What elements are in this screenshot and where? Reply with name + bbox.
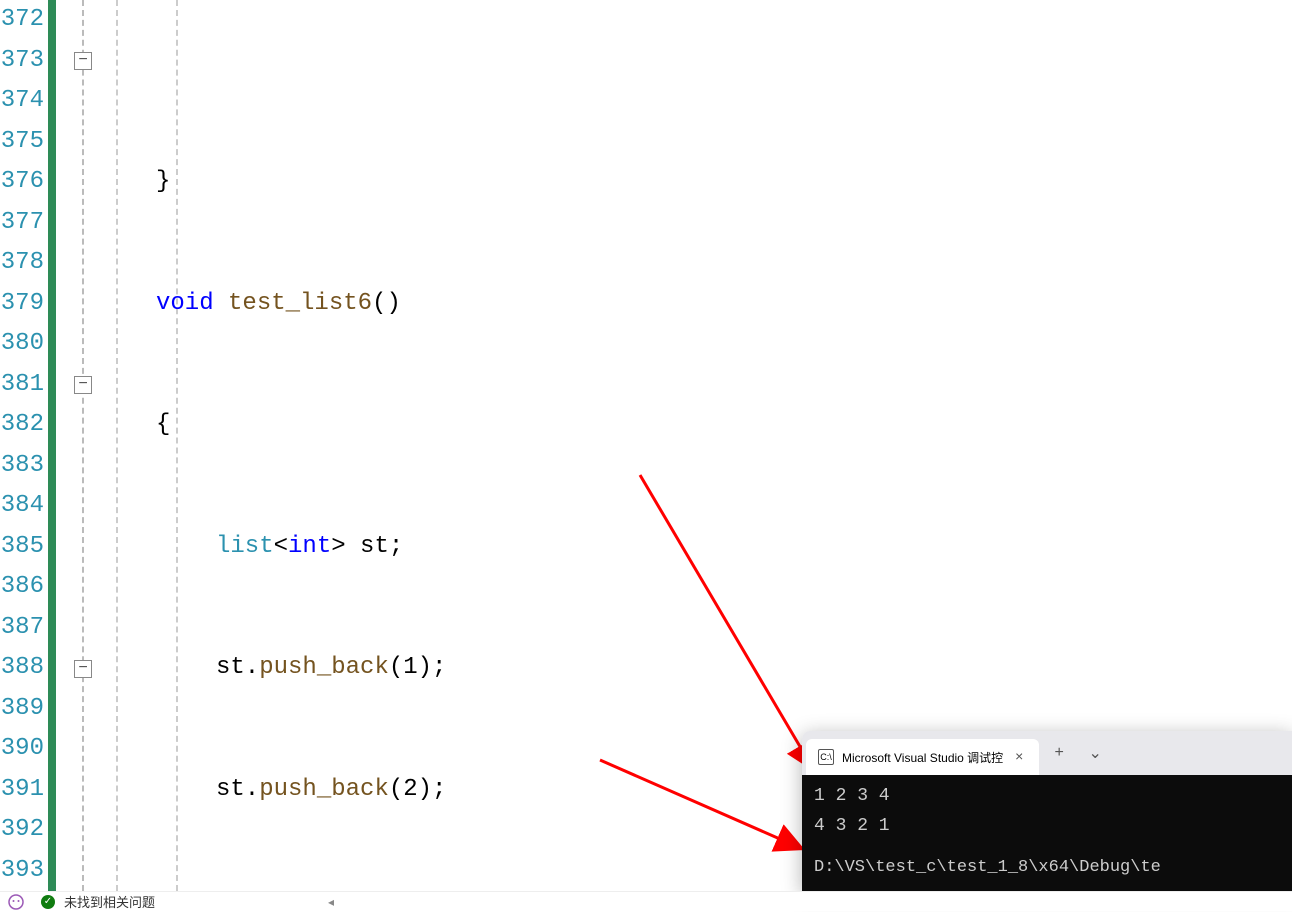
terminal-tab-bar: C:\ Microsoft Visual Studio 调试控 × + ⌄ bbox=[802, 731, 1292, 775]
line-number: 387 bbox=[0, 608, 44, 649]
line-number: 382 bbox=[0, 405, 44, 446]
output-path: D:\VS\test_c\test_1_8\x64\Debug\te bbox=[814, 853, 1280, 883]
line-number: 393 bbox=[0, 851, 44, 892]
output-line: 1 2 3 4 bbox=[814, 781, 1280, 811]
line-number: 392 bbox=[0, 810, 44, 851]
close-icon[interactable]: × bbox=[1011, 749, 1027, 765]
line-number: 373 bbox=[0, 41, 44, 82]
status-message: 未找到相关问题 bbox=[64, 892, 155, 911]
fold-toggle[interactable]: − bbox=[74, 660, 92, 678]
line-number: 391 bbox=[0, 770, 44, 811]
code-text: > st; bbox=[331, 533, 403, 560]
code-text: (2); bbox=[389, 776, 447, 803]
line-number: 386 bbox=[0, 567, 44, 608]
status-bar: ✓ 未找到相关问题 ◂ bbox=[0, 891, 1292, 911]
line-number: 379 bbox=[0, 284, 44, 325]
terminal-tab[interactable]: C:\ Microsoft Visual Studio 调试控 × bbox=[806, 739, 1039, 775]
tab-dropdown-button[interactable]: ⌄ bbox=[1079, 737, 1111, 769]
scroll-left-icon[interactable]: ◂ bbox=[328, 895, 334, 909]
line-number: 390 bbox=[0, 729, 44, 770]
change-marker bbox=[48, 0, 56, 891]
line-number: 388 bbox=[0, 648, 44, 689]
code-text: (1); bbox=[389, 654, 447, 681]
copilot-icon[interactable] bbox=[6, 892, 26, 912]
terminal-output[interactable]: 1 2 3 4 4 3 2 1 D:\VS\test_c\test_1_8\x6… bbox=[802, 775, 1292, 891]
output-line: 4 3 2 1 bbox=[814, 811, 1280, 841]
terminal-icon: C:\ bbox=[818, 749, 834, 765]
line-number: 383 bbox=[0, 446, 44, 487]
code-text: st. bbox=[216, 654, 259, 681]
method: push_back bbox=[259, 654, 389, 681]
status-ok-icon[interactable]: ✓ bbox=[38, 892, 58, 912]
fold-column: − − − bbox=[70, 0, 96, 891]
line-number: 389 bbox=[0, 689, 44, 730]
fold-toggle[interactable]: − bbox=[74, 376, 92, 394]
line-number: 377 bbox=[0, 203, 44, 244]
line-number: 378 bbox=[0, 243, 44, 284]
new-tab-button[interactable]: + bbox=[1043, 737, 1075, 769]
line-number: 381 bbox=[0, 365, 44, 406]
code-text: st. bbox=[216, 776, 259, 803]
line-number: 385 bbox=[0, 527, 44, 568]
margin bbox=[56, 0, 70, 891]
code-text: } bbox=[96, 168, 170, 195]
line-number: 384 bbox=[0, 486, 44, 527]
debug-console-window[interactable]: C:\ Microsoft Visual Studio 调试控 × + ⌄ 1 … bbox=[802, 731, 1292, 891]
type: list bbox=[216, 533, 274, 560]
function-name: test_list6 bbox=[228, 290, 372, 317]
line-number-gutter: 372 373 374 375 376 377 378 379 380 381 … bbox=[0, 0, 48, 891]
line-number: 375 bbox=[0, 122, 44, 163]
keyword: int bbox=[288, 533, 331, 560]
code-text: () bbox=[372, 290, 401, 317]
code-text: { bbox=[96, 411, 170, 438]
terminal-tab-title: Microsoft Visual Studio 调试控 bbox=[842, 749, 1003, 766]
line-number: 376 bbox=[0, 162, 44, 203]
fold-toggle[interactable]: − bbox=[74, 52, 92, 70]
keyword: void bbox=[156, 290, 214, 317]
line-number: 380 bbox=[0, 324, 44, 365]
line-number: 374 bbox=[0, 81, 44, 122]
line-number: 372 bbox=[0, 0, 44, 41]
method: push_back bbox=[259, 776, 389, 803]
